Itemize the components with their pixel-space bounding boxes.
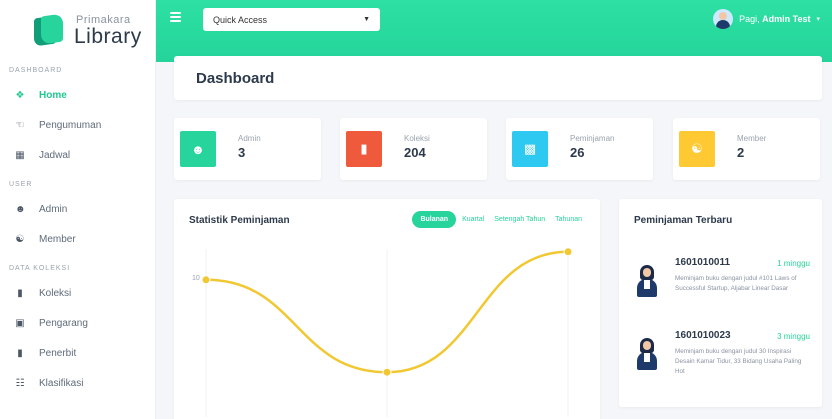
tab-kuartal[interactable]: Kuartal [458, 212, 488, 227]
users-icon: ☯ [679, 131, 715, 167]
sidebar-item-label: Koleksi [39, 287, 72, 299]
stat-card-member[interactable]: ☯ Member 2 [673, 118, 820, 180]
time-ago: 3 minggu [777, 332, 810, 341]
page-header: Dashboard [174, 56, 822, 100]
users-icon: ☯ [15, 233, 25, 245]
avatar [634, 265, 664, 297]
user-menu[interactable]: Pagi, Admin Test ▾ [713, 7, 820, 31]
section-label-data-koleksi: DATA KOLEKSI [9, 265, 71, 272]
sidebar-item-koleksi[interactable]: ▮ Koleksi [0, 278, 155, 308]
sidebar-item-member[interactable]: ☯ Member [0, 224, 155, 254]
user-icon: ☻ [15, 203, 26, 215]
stat-value: 26 [570, 145, 585, 160]
stat-value: 204 [404, 145, 426, 160]
data-point[interactable] [563, 247, 573, 257]
tab-setengah-tahun[interactable]: Setengah Tahun [490, 212, 549, 227]
sidebar-item-klasifikasi[interactable]: ☷ Klasifikasi [0, 368, 155, 398]
stat-card-admin[interactable]: ☻ Admin 3 [174, 118, 321, 180]
section-label-dashboard: DASHBOARD [9, 67, 63, 74]
stat-label: Koleksi [404, 134, 430, 143]
member-id: 1601010011 [675, 257, 731, 268]
quick-access-dropdown[interactable]: Quick Access ▼ [203, 8, 380, 31]
stat-card-peminjaman[interactable]: ▩ Peminjaman 26 [506, 118, 653, 180]
y-tick-label: 10 [192, 275, 200, 282]
sidebar-item-label: Klasifikasi [39, 377, 84, 389]
loan-description: Meminjam buku dengan judul #101 Laws of … [675, 275, 797, 292]
topbar: Quick Access ▼ Pagi, Admin Test ▾ [156, 0, 832, 62]
user-name: Admin Test [762, 14, 811, 24]
avatar [634, 338, 664, 370]
period-tabs: Bulanan Kuartal Setengah Tahun Tahunan [412, 211, 586, 228]
sidebar-item-label: Pengarang [39, 317, 88, 329]
chart-card: Statistik Peminjaman Bulanan Kuartal Set… [174, 199, 600, 419]
list-item[interactable]: 1601010023 3 minggu Meminjam buku dengan… [634, 330, 810, 390]
data-point[interactable] [201, 275, 211, 285]
section-label-user: USER [9, 181, 33, 188]
avatar [713, 9, 734, 29]
recent-loans-title: Peminjaman Terbaru [634, 215, 733, 226]
sidebar-item-admin[interactable]: ☻ Admin [0, 194, 155, 224]
user-cog-icon: ☻ [180, 131, 216, 167]
loan-line-chart: 10 [192, 247, 573, 417]
loan-description: Meminjam buku dengan judul 30 Inspirasi … [675, 348, 802, 375]
sidebar-item-pengumuman[interactable]: ☜ Pengumuman [0, 110, 155, 140]
sidebar-item-jadwal[interactable]: ▦ Jadwal [0, 140, 155, 170]
menu-toggle-icon[interactable] [170, 12, 181, 22]
id-card-icon: ▣ [15, 317, 25, 329]
sidebar: Primakara Library DASHBOARD ❖ Home ☜ Pen… [0, 0, 156, 419]
book-icon: ▮ [17, 347, 23, 359]
brand-title: Library [74, 25, 142, 48]
time-ago: 1 minggu [777, 259, 810, 268]
caret-down-icon: ▼ [363, 16, 370, 23]
stat-label: Member [737, 134, 767, 143]
sidebar-item-label: Jadwal [39, 149, 71, 161]
sidebar-item-label: Home [39, 89, 67, 101]
book-icon: ▮ [17, 287, 23, 299]
stat-value: 3 [238, 145, 246, 160]
data-point[interactable] [382, 367, 392, 377]
chart-title: Statistik Peminjaman [189, 215, 290, 226]
user-greeting: Pagi, Admin Test [739, 14, 811, 24]
list-item[interactable]: 1601010011 1 minggu Meminjam buku dengan… [634, 257, 810, 317]
sidebar-item-label: Member [39, 233, 76, 245]
sidebar-item-home[interactable]: ❖ Home [0, 80, 155, 110]
grid-icon: ☷ [15, 377, 25, 389]
sidebar-item-label: Pengumuman [39, 119, 102, 131]
member-id: 1601010023 [675, 330, 731, 341]
megaphone-icon: ☜ [15, 119, 25, 131]
calendar-icon: ▦ [15, 149, 25, 161]
stat-card-koleksi[interactable]: ▮ Koleksi 204 [340, 118, 487, 180]
tab-tahunan[interactable]: Tahunan [551, 212, 586, 227]
book-icon: ▮ [346, 131, 382, 167]
page-title: Dashboard [196, 69, 275, 87]
sidebar-item-label: Penerbit [39, 347, 77, 359]
sidebar-item-pengarang[interactable]: ▣ Pengarang [0, 308, 155, 338]
sidebar-item-label: Admin [39, 203, 68, 215]
tab-bulanan[interactable]: Bulanan [412, 211, 457, 228]
sidebar-item-penerbit[interactable]: ▮ Penerbit [0, 338, 155, 368]
home-icon: ❖ [15, 89, 25, 101]
chevron-down-icon: ▾ [816, 16, 820, 23]
library-logo-icon [34, 13, 64, 47]
brand-logo-area[interactable]: Primakara Library [0, 0, 155, 62]
quick-access-label: Quick Access [213, 14, 268, 25]
stat-value: 2 [737, 145, 745, 160]
stat-label: Admin [238, 134, 261, 143]
recent-loans-card: Peminjaman Terbaru 1601010011 1 minggu M… [619, 199, 822, 407]
clipboard-icon: ▩ [512, 131, 548, 167]
stat-label: Peminjaman [570, 134, 615, 143]
